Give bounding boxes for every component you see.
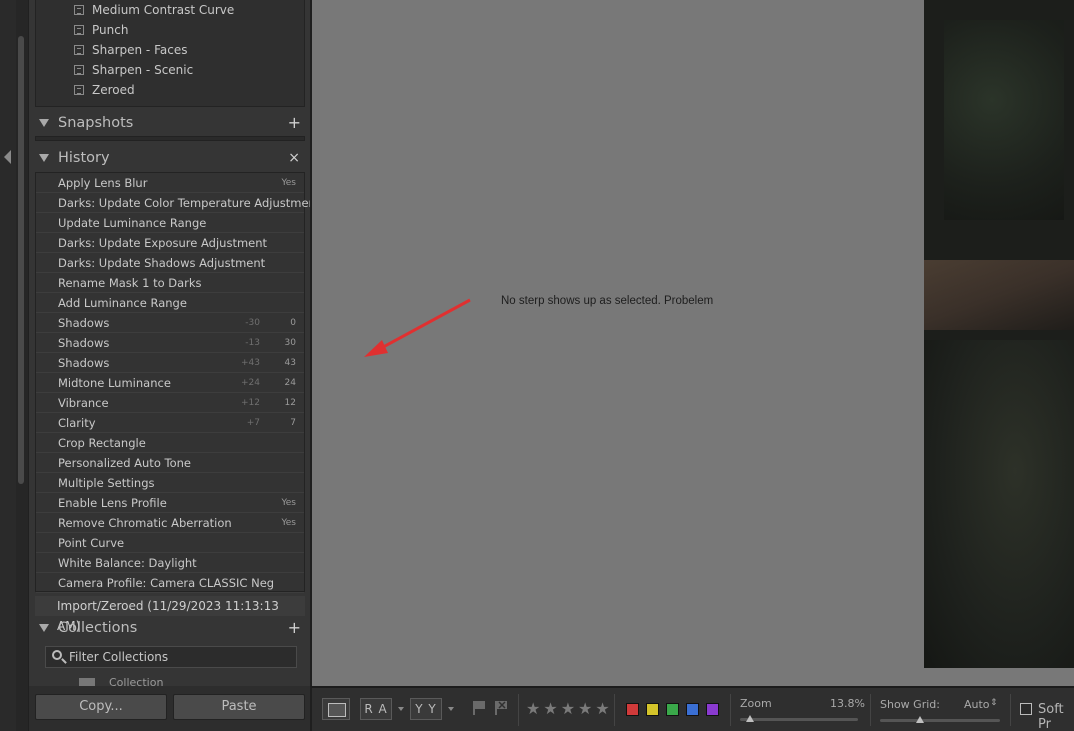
- color-label-swatch[interactable]: [686, 703, 699, 716]
- chevron-down-icon[interactable]: [398, 707, 404, 711]
- history-item[interactable]: Enable Lens Profile Yes: [36, 493, 304, 513]
- flag-icon[interactable]: [472, 700, 486, 716]
- history-item[interactable]: Shadows +43 43: [36, 353, 304, 373]
- soft-proofing-checkbox[interactable]: [1020, 703, 1032, 715]
- filter-collections-input[interactable]: Filter Collections: [45, 646, 297, 668]
- history-item[interactable]: Point Curve: [36, 533, 304, 553]
- add-snapshot-button[interactable]: +: [288, 110, 301, 136]
- zoom-slider[interactable]: [740, 718, 858, 721]
- expand-triangle-icon: [39, 624, 49, 632]
- history-item[interactable]: Add Luminance Range: [36, 293, 304, 313]
- history-item[interactable]: Update Luminance Range: [36, 213, 304, 233]
- preset-icon: [74, 85, 84, 95]
- history-item[interactable]: Personalized Auto Tone: [36, 453, 304, 473]
- collection-set-item[interactable]: Collection Set: [59, 676, 179, 686]
- history-item[interactable]: Apply Lens Blur Yes: [36, 173, 304, 193]
- preset-icon: [74, 5, 84, 15]
- color-label-swatch[interactable]: [706, 703, 719, 716]
- history-item[interactable]: Vibrance +12 12: [36, 393, 304, 413]
- before-after-yy-button[interactable]: Y Y: [410, 698, 442, 720]
- history-item[interactable]: Clarity +7 7: [36, 413, 304, 433]
- reject-flag-icon[interactable]: [494, 700, 508, 716]
- annotation-note: No sterp shows up as selected. Probelem: [501, 295, 714, 307]
- history-item[interactable]: Darks: Update Exposure Adjustment: [36, 233, 304, 253]
- history-item[interactable]: Camera Profile: Camera CLASSIC Neg: [36, 573, 304, 593]
- show-grid-select[interactable]: Auto: [964, 698, 990, 711]
- history-import-item[interactable]: Import/Zeroed (11/29/2023 11:13:13 AM): [35, 596, 305, 633]
- collapse-panel-arrow-icon[interactable]: [4, 150, 11, 164]
- folder-icon: [79, 678, 95, 686]
- preset-icon: [74, 25, 84, 35]
- grid-slider-knob[interactable]: [916, 716, 924, 723]
- rating-stars[interactable]: ★★★★★: [526, 699, 613, 718]
- updown-icon[interactable]: ⇕: [990, 698, 998, 708]
- soft-proofing-label: Soft Pr: [1038, 702, 1064, 731]
- before-after-ra-button[interactable]: R A: [360, 698, 392, 720]
- photo-preview: [924, 0, 1074, 668]
- preset-item[interactable]: Sharpen - Scenic: [36, 60, 304, 80]
- zoom-label: Zoom: [740, 697, 772, 710]
- snapshots-divider: [35, 136, 305, 141]
- color-label-swatch[interactable]: [626, 703, 639, 716]
- copy-button[interactable]: Copy...: [35, 694, 167, 720]
- history-header[interactable]: History ×: [35, 145, 305, 171]
- show-grid-label: Show Grid:: [880, 698, 940, 711]
- history-list: Apply Lens Blur Yes Darks: Update Color Te…: [35, 172, 320, 593]
- preset-item[interactable]: Punch: [36, 20, 304, 40]
- add-collection-button[interactable]: +: [288, 615, 301, 641]
- panel-scrollbar[interactable]: [18, 36, 24, 484]
- preset-item[interactable]: Zeroed: [36, 80, 304, 100]
- presets-list: Medium Contrast Curve Punch Sharpen - Fa…: [35, 0, 305, 107]
- color-label-swatch[interactable]: [646, 703, 659, 716]
- clear-history-button[interactable]: ×: [288, 145, 300, 171]
- loupe-view-button[interactable]: [322, 698, 350, 720]
- preset-icon: [74, 45, 84, 55]
- history-item[interactable]: Crop Rectangle: [36, 433, 304, 453]
- paste-button[interactable]: Paste: [173, 694, 305, 720]
- history-item[interactable]: Multiple Settings: [36, 473, 304, 493]
- history-item[interactable]: Shadows -30 0: [36, 313, 304, 333]
- search-icon: [52, 650, 62, 660]
- expand-triangle-icon: [39, 119, 49, 127]
- history-item[interactable]: Rename Mask 1 to Darks: [36, 273, 304, 293]
- left-panel: Medium Contrast Curve Punch Sharpen - Fa…: [28, 0, 320, 731]
- image-canvas[interactable]: No sterp shows up as selected. Probelem: [310, 0, 1074, 686]
- preset-item[interactable]: Sharpen - Faces: [36, 40, 304, 60]
- annotation-arrow-icon: [364, 298, 471, 357]
- preset-item[interactable]: Medium Contrast Curve: [36, 0, 304, 20]
- chevron-down-icon[interactable]: [448, 707, 454, 711]
- preset-icon: [74, 65, 84, 75]
- bottom-toolbar: R A Y Y ★★★★★ Zoom 13.8% Show Grid: Auto…: [310, 686, 1074, 731]
- history-item[interactable]: White Balance: Daylight: [36, 553, 304, 573]
- zoom-slider-knob[interactable]: [746, 715, 754, 722]
- history-item[interactable]: Darks: Update Color Temperature Adjustme…: [36, 193, 320, 213]
- expand-triangle-icon: [39, 154, 49, 162]
- color-label-swatch[interactable]: [666, 703, 679, 716]
- collections-header[interactable]: Collections +: [35, 615, 305, 641]
- history-item[interactable]: Remove Chromatic Aberration Yes: [36, 513, 304, 533]
- history-item[interactable]: Shadows -13 30: [36, 333, 304, 353]
- history-item[interactable]: Midtone Luminance +24 24: [36, 373, 304, 393]
- zoom-value: 13.8%: [830, 697, 865, 710]
- history-item[interactable]: Darks: Update Shadows Adjustment: [36, 253, 304, 273]
- grid-opacity-slider[interactable]: [880, 719, 1000, 722]
- copy-paste-bar: Copy... Paste: [29, 686, 311, 731]
- snapshots-header[interactable]: Snapshots +: [35, 110, 305, 136]
- left-edge-strip: [0, 0, 16, 731]
